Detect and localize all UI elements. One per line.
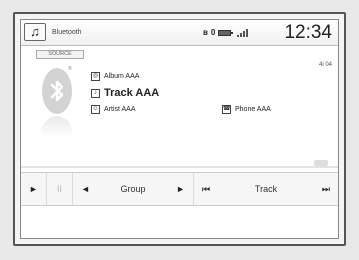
signal-icon xyxy=(237,28,249,37)
bluetooth-icon xyxy=(42,68,72,114)
track-prev-button[interactable]: ⏮ xyxy=(202,184,210,195)
control-bar: ► II ◄ Group ► ⏮ Track ⏭ xyxy=(21,172,338,206)
status-icons: ʙ 0 xyxy=(203,28,249,37)
registered-mark: ® xyxy=(68,66,72,72)
group-control: ◄ Group ► xyxy=(73,173,194,205)
bluetooth-reflection xyxy=(42,116,72,138)
play-button[interactable]: ► xyxy=(21,173,47,205)
track-name: Track AAA xyxy=(104,87,160,99)
progress-track xyxy=(21,166,338,168)
source-button[interactable]: SOURCE xyxy=(36,50,84,59)
audio-screen: ♫ Bluetooth ʙ 0 12:34 SOURCE ® 4l 04 ◎ A… xyxy=(20,19,339,239)
track-number: 4l 04 xyxy=(318,62,332,68)
artist-icon: ☺ xyxy=(91,105,100,114)
artist-row: ☺ Artist AAA xyxy=(91,105,136,114)
album-row: ◎ Album AAA xyxy=(91,72,139,81)
album-name: Album AAA xyxy=(104,73,140,80)
group-label: Group xyxy=(120,184,146,194)
status-number: 0 xyxy=(210,28,216,37)
bluetooth-status-icon: ʙ xyxy=(203,28,208,37)
music-note-icon[interactable]: ♫ xyxy=(24,23,46,41)
display-bezel: ♫ Bluetooth ʙ 0 12:34 SOURCE ® 4l 04 ◎ A… xyxy=(13,12,346,246)
pause-button[interactable]: II xyxy=(47,173,73,205)
phone-row: ☎ Phone AAA xyxy=(222,105,271,114)
album-icon: ◎ xyxy=(91,72,100,81)
phone-name: Phone AAA xyxy=(235,106,271,113)
track-icon: ♪ xyxy=(91,88,100,98)
track-row: ♪ Track AAA xyxy=(91,87,159,99)
group-next-button[interactable]: ► xyxy=(176,184,185,194)
phone-icon: ☎ xyxy=(222,105,231,114)
status-bar: ♫ Bluetooth ʙ 0 12:34 xyxy=(21,20,338,46)
progress-knob xyxy=(314,160,328,166)
track-next-button[interactable]: ⏭ xyxy=(322,184,330,195)
clock: 12:34 xyxy=(284,22,332,43)
artist-name: Artist AAA xyxy=(104,106,136,113)
track-control: ⏮ Track ⏭ xyxy=(194,173,338,205)
track-label: Track xyxy=(254,184,278,194)
group-prev-button[interactable]: ◄ xyxy=(81,184,90,194)
battery-icon xyxy=(218,29,234,36)
source-title: Bluetooth xyxy=(52,29,82,36)
